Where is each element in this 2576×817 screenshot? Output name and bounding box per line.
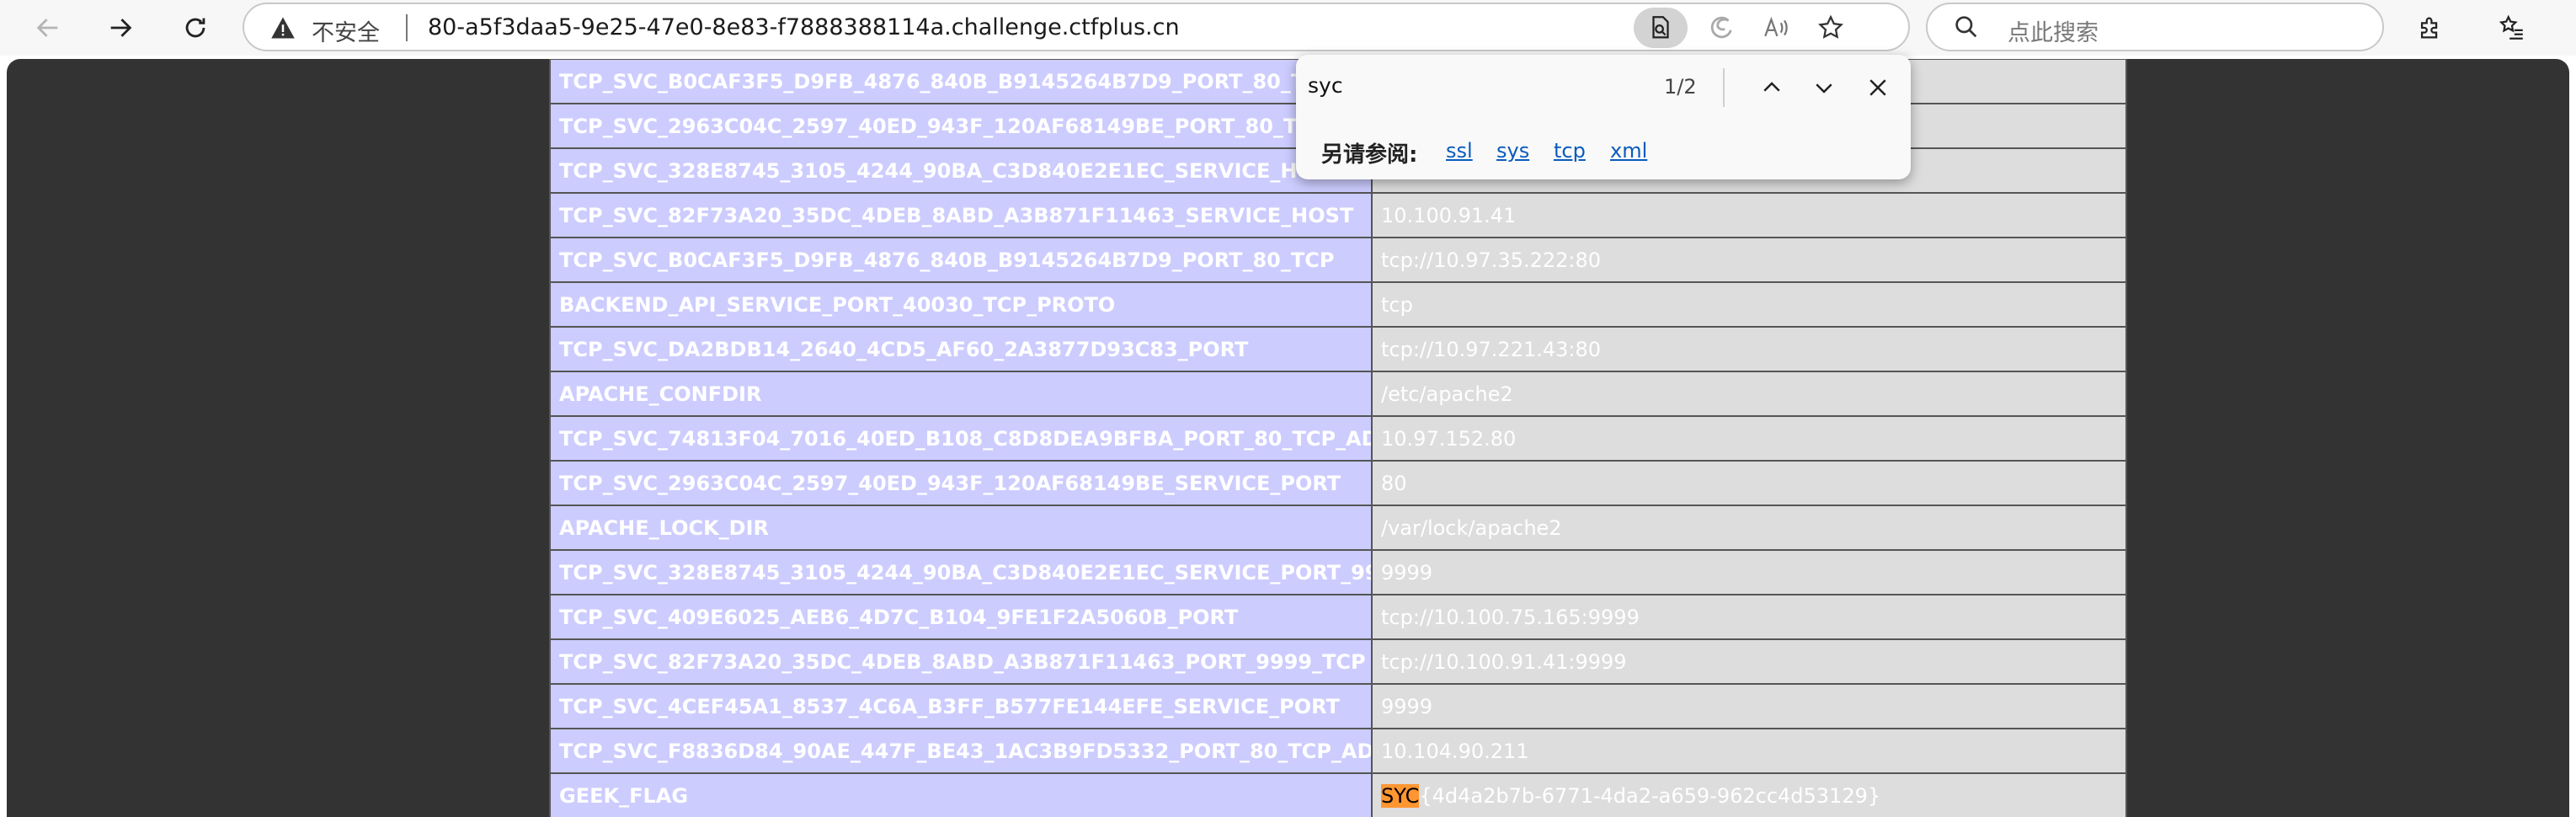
env-value: tcp://10.100.75.165:9999	[1371, 594, 2127, 640]
env-value: 9999	[1371, 549, 2127, 595]
env-value: tcp://10.97.221.43:80	[1371, 326, 2127, 372]
env-key: TCP_SVC_82F73A20_35DC_4DEB_8ABD_A3B871F1…	[549, 638, 1373, 685]
env-value: tcp://10.97.35.222:80	[1371, 237, 2127, 283]
address-bar[interactable]: 不安全 80-a5f3daa5-9e25-47e0-8e83-f78883881…	[243, 3, 1910, 51]
address-divider	[406, 14, 408, 41]
close-icon	[1869, 79, 1886, 96]
table-row: TCP_SVC_DA2BDB14_2640_4CD5_AF60_2A3877D9…	[549, 326, 2127, 372]
warning-icon[interactable]	[269, 15, 296, 40]
env-key: TCP_SVC_82F73A20_35DC_4DEB_8ABD_A3B871F1…	[549, 192, 1373, 238]
table-row: APACHE_CONFDIR/etc/apache2	[549, 371, 2127, 417]
table-row: TCP_SVC_4CEF45A1_8537_4C6A_B3FF_B577FE14…	[549, 683, 2127, 729]
search-box[interactable]: 点此搜索	[1926, 3, 2384, 51]
edge-extension-button[interactable]	[1694, 8, 1748, 48]
chevron-up-icon	[1763, 82, 1780, 92]
read-aloud-icon	[1764, 16, 1788, 37]
table-row: TCP_SVC_409E6025_AEB6_4D7C_B104_9FE1F2A5…	[549, 594, 2127, 640]
arrow-right-icon	[110, 19, 132, 37]
env-key: APACHE_LOCK_DIR	[549, 505, 1373, 551]
refresh-icon	[185, 18, 205, 38]
env-value: 80	[1371, 460, 2127, 506]
table-row: TCP_SVC_82F73A20_35DC_4DEB_8ABD_A3B871F1…	[549, 192, 2127, 238]
table-row: TCP_SVC_F8836D84_90AE_447F_BE43_1AC3B9FD…	[549, 728, 2127, 774]
table-row: GEEK_FLAG SYC{4d4a2b7b-6771-4da2-a659-96…	[549, 772, 2127, 817]
env-key: BACKEND_API_SERVICE_PORT_40030_TCP_PROTO	[549, 281, 1373, 328]
table-row: TCP_SVC_74813F04_7016_40ED_B108_C8D8DEA9…	[549, 415, 2127, 462]
url-text[interactable]: 80-a5f3daa5-9e25-47e0-8e83-f7888388114a.…	[428, 14, 1180, 40]
arrow-left-icon	[36, 19, 58, 37]
close-find-button[interactable]	[1857, 68, 1899, 107]
env-key: TCP_SVC_B0CAF3F5_D9FB_4876_840B_B9145264…	[549, 59, 1373, 104]
see-also-label: 另请参阅:	[1321, 142, 1418, 168]
env-key: TCP_SVC_328E8745_3105_4244_90BA_C3D840E2…	[549, 147, 1373, 194]
search-icon	[1955, 16, 1977, 38]
chevron-down-icon	[1816, 83, 1832, 93]
env-value: 10.100.91.41	[1371, 192, 2127, 238]
table-row: BACKEND_API_SERVICE_PORT_40030_TCP_PROTO…	[549, 281, 2127, 328]
env-key: TCP_SVC_B0CAF3F5_D9FB_4876_840B_B9145264…	[549, 237, 1373, 283]
browser-toolbar: 不安全 80-a5f3daa5-9e25-47e0-8e83-f78883881…	[0, 0, 2576, 56]
search-placeholder[interactable]: 点此搜索	[2008, 14, 2099, 47]
flag-value-text: {4d4a2b7b-6771-4da2-a659-962cc4d53129}	[1419, 783, 1881, 808]
refresh-button[interactable]	[174, 8, 216, 47]
find-match-count: 1/2	[1664, 75, 1697, 99]
find-bar: syc 1/2 另请参阅: ssl sys tcp xml	[1296, 55, 1911, 179]
extensions-button[interactable]	[2409, 8, 2451, 47]
suggestion-link[interactable]: tcp	[1554, 139, 1586, 163]
edge-icon	[1710, 16, 1732, 39]
read-aloud-button[interactable]	[1749, 8, 1803, 48]
env-value: tcp://10.100.91.41:9999	[1371, 638, 2127, 685]
forward-button[interactable]	[99, 8, 141, 47]
suggestion-link[interactable]: ssl	[1446, 139, 1473, 163]
table-row: TCP_SVC_B0CAF3F5_D9FB_4876_840B_B9145264…	[549, 237, 2127, 283]
find-input[interactable]: syc	[1308, 73, 1343, 98]
star-icon	[1818, 14, 1843, 39]
favorites-list-icon	[2499, 14, 2523, 40]
table-row: TCP_SVC_328E8745_3105_4244_90BA_C3D840E2…	[549, 549, 2127, 595]
env-value: tcp	[1371, 281, 2127, 328]
find-in-page-icon	[1652, 16, 1669, 39]
env-key: APACHE_CONFDIR	[549, 371, 1373, 417]
table-row: APACHE_LOCK_DIR/var/lock/apache2	[549, 505, 2127, 551]
env-key: TCP_SVC_409E6025_AEB6_4D7C_B104_9FE1F2A5…	[549, 594, 1373, 640]
suggestion-link[interactable]: sys	[1496, 139, 1529, 163]
find-in-page-button[interactable]	[1634, 8, 1688, 48]
previous-match-button[interactable]	[1751, 68, 1793, 107]
env-key-text: GEEK_FLAG	[559, 783, 689, 808]
next-match-button[interactable]	[1803, 68, 1845, 107]
favorite-button[interactable]	[1804, 8, 1858, 48]
env-key: TCP_SVC_DA2BDB14_2640_4CD5_AF60_2A3877D9…	[549, 326, 1373, 372]
env-value: 10.97.152.80	[1371, 415, 2127, 462]
env-key: GEEK_FLAG	[549, 772, 1373, 817]
favorites-button[interactable]	[2491, 8, 2533, 47]
find-divider	[1723, 68, 1725, 107]
table-row: TCP_SVC_2963C04C_2597_40ED_943F_120AF681…	[549, 460, 2127, 506]
env-key: TCP_SVC_F8836D84_90AE_447F_BE43_1AC3B9FD…	[549, 728, 1373, 774]
env-value: SYC{4d4a2b7b-6771-4da2-a659-962cc4d53129…	[1371, 772, 2127, 817]
env-value: 10.104.90.211	[1371, 728, 2127, 774]
security-label[interactable]: 不安全	[312, 14, 380, 47]
back-button[interactable]	[27, 8, 69, 47]
env-key: TCP_SVC_74813F04_7016_40ED_B108_C8D8DEA9…	[549, 415, 1373, 462]
env-key: TCP_SVC_4CEF45A1_8537_4C6A_B3FF_B577FE14…	[549, 683, 1373, 729]
env-key: TCP_SVC_2963C04C_2597_40ED_943F_120AF681…	[549, 460, 1373, 506]
env-value: /etc/apache2	[1371, 371, 2127, 417]
env-key: TCP_SVC_328E8745_3105_4244_90BA_C3D840E2…	[549, 549, 1373, 595]
table-row: TCP_SVC_82F73A20_35DC_4DEB_8ABD_A3B871F1…	[549, 638, 2127, 685]
env-value: 9999	[1371, 683, 2127, 729]
page-content: TCP_SVC_B0CAF3F5_D9FB_4876_840B_B9145264…	[7, 59, 2569, 817]
suggestion-link[interactable]: xml	[1610, 139, 1647, 163]
puzzle-icon	[2420, 17, 2438, 39]
env-value: /var/lock/apache2	[1371, 505, 2127, 551]
env-key: TCP_SVC_2963C04C_2597_40ED_943F_120AF681…	[549, 103, 1373, 149]
search-match-highlight: SYC	[1381, 783, 1420, 808]
